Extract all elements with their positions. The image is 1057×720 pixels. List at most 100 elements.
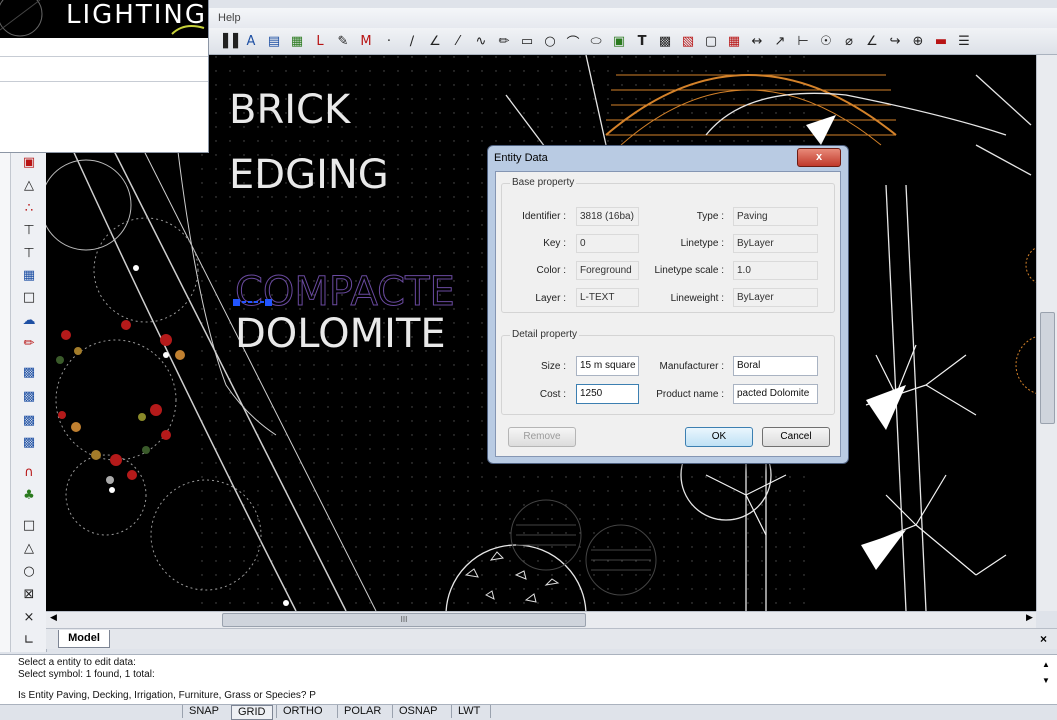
tab-model[interactable]: Model bbox=[58, 630, 110, 648]
circle-snap-icon[interactable]: ○ bbox=[18, 561, 40, 581]
main-toolbar: ▐▐ A ▤ ▦ L ✎ M · ∕ ∠ ⁄ ∿ ✏ ▭ ○ ⌒ ⬭ ▣ T ▩… bbox=[208, 28, 1057, 55]
pencil-icon[interactable]: ✏ bbox=[494, 31, 514, 51]
circle-icon[interactable]: ○ bbox=[540, 31, 560, 51]
entity-data-dialog: Entity Data x Base property Identifier :… bbox=[487, 145, 849, 464]
size-input[interactable]: 15 m square bbox=[576, 356, 639, 376]
status-lwt-toggle[interactable]: LWT bbox=[451, 705, 486, 718]
scroll-right-icon[interactable]: ▶ bbox=[1026, 612, 1033, 623]
arc-icon[interactable]: ⌒ bbox=[563, 31, 583, 51]
cancel-button[interactable]: Cancel bbox=[762, 427, 830, 447]
scroll-down-icon[interactable]: ▼ bbox=[1042, 676, 1050, 685]
tree-icon[interactable]: ♣ bbox=[18, 485, 40, 505]
scroll-left-icon[interactable]: ◀ bbox=[50, 612, 57, 623]
copy-icon[interactable]: ▦ bbox=[18, 265, 40, 285]
hatch-icon[interactable]: ▦ bbox=[724, 31, 744, 51]
construction-line-icon[interactable]: ⁄ bbox=[448, 31, 468, 51]
menu-help[interactable]: Help bbox=[218, 12, 241, 24]
dim-aligned-icon[interactable]: ↗ bbox=[770, 31, 790, 51]
spline-icon[interactable]: ∿ bbox=[471, 31, 491, 51]
vertical-scrollbar-thumb[interactable] bbox=[1040, 312, 1055, 424]
status-ortho-toggle[interactable]: ORTHO bbox=[276, 705, 329, 718]
text-icon[interactable]: T bbox=[632, 31, 652, 51]
stack-icon[interactable]: ▩ bbox=[18, 410, 40, 430]
mirror-icon[interactable]: △ bbox=[18, 175, 40, 195]
dim-diameter-icon[interactable]: ⌀ bbox=[839, 31, 859, 51]
command-prompt[interactable]: Is Entity Paving, Decking, Irrigation, F… bbox=[18, 690, 316, 701]
linetype-scale-label: Linetype scale : bbox=[654, 265, 725, 276]
extend-icon[interactable]: ⊤ bbox=[18, 243, 40, 263]
label-dolomite: DOLOMITE bbox=[235, 311, 446, 357]
label-brick: BRICK bbox=[229, 87, 352, 133]
background-window-field[interactable] bbox=[0, 86, 208, 121]
leader-icon[interactable]: ↪ bbox=[885, 31, 905, 51]
stack-icon[interactable]: ▩ bbox=[18, 432, 40, 452]
selection-grip[interactable] bbox=[233, 299, 240, 306]
command-history-line: Select a entity to edit data: bbox=[18, 657, 136, 668]
text-style-icon[interactable]: A bbox=[241, 31, 261, 51]
label-compacted-selected: COMPACTE bbox=[235, 269, 455, 315]
layout-icon[interactable]: L bbox=[310, 31, 330, 51]
type-label: Type : bbox=[696, 211, 724, 222]
cost-input[interactable]: 1250 bbox=[576, 384, 639, 404]
manufacturer-input[interactable]: Boral bbox=[733, 356, 818, 376]
dim-linear-icon[interactable]: ↔ bbox=[747, 31, 767, 51]
background-window-field[interactable] bbox=[0, 56, 208, 82]
close-button[interactable]: x bbox=[797, 148, 841, 167]
stack-icon[interactable]: ▩ bbox=[18, 386, 40, 406]
layer-manager-icon[interactable]: ☰ bbox=[954, 31, 974, 51]
dimension-icon[interactable]: ▤ bbox=[264, 31, 284, 51]
layout-tab-bar bbox=[46, 628, 1057, 649]
lineweight-field: ByLayer bbox=[733, 288, 818, 307]
layer-icon[interactable]: ▦ bbox=[287, 31, 307, 51]
status-osnap-toggle[interactable]: OSNAP bbox=[392, 705, 444, 718]
offset-icon[interactable]: ∴ bbox=[18, 198, 40, 218]
cloud-icon[interactable]: ☁ bbox=[18, 310, 40, 330]
scroll-up-icon[interactable]: ▲ bbox=[1042, 660, 1050, 669]
line-icon[interactable]: ∕ bbox=[402, 31, 422, 51]
background-window-panel bbox=[0, 120, 208, 152]
bar-chart-icon[interactable]: ▐▐ bbox=[218, 31, 238, 51]
dim-angular-icon[interactable]: ∠ bbox=[862, 31, 882, 51]
insert-icon[interactable]: ▧ bbox=[678, 31, 698, 51]
layer-red-icon[interactable]: ▬ bbox=[931, 31, 951, 51]
block-icon[interactable]: ▩ bbox=[655, 31, 675, 51]
region-icon[interactable]: ▢ bbox=[701, 31, 721, 51]
center-mark-icon[interactable]: ⊕ bbox=[908, 31, 928, 51]
size-label: Size : bbox=[540, 361, 566, 372]
identifier-field: 3818 (16ba) bbox=[576, 207, 639, 226]
grid-snap-icon[interactable]: ⊠ bbox=[18, 584, 40, 604]
triangle-snap-icon[interactable]: △ bbox=[18, 538, 40, 558]
remove-button[interactable]: Remove bbox=[508, 427, 576, 447]
label-edging: EDGING bbox=[229, 152, 389, 198]
status-polar-toggle[interactable]: POLAR bbox=[337, 705, 387, 718]
symbol-icon[interactable]: ∩ bbox=[18, 462, 40, 482]
erase-icon[interactable]: ▣ bbox=[18, 152, 40, 172]
dim-ordinate-icon[interactable]: ⊢ bbox=[793, 31, 813, 51]
trim-icon[interactable]: ⊤ bbox=[18, 220, 40, 240]
selection-grip[interactable] bbox=[265, 299, 272, 306]
square-snap-icon[interactable]: □ bbox=[18, 515, 40, 535]
point-icon[interactable]: · bbox=[379, 31, 399, 51]
cross-snap-icon[interactable]: × bbox=[18, 607, 40, 627]
close-icon[interactable]: × bbox=[1040, 632, 1047, 646]
property-icon[interactable]: M bbox=[356, 31, 376, 51]
status-snap-toggle[interactable]: SNAP bbox=[182, 705, 225, 718]
image-icon[interactable]: ▣ bbox=[609, 31, 629, 51]
rectangle-icon[interactable]: ▭ bbox=[517, 31, 537, 51]
stack-icon[interactable]: ▩ bbox=[18, 362, 40, 382]
brush-icon[interactable]: ✏ bbox=[18, 333, 40, 353]
perpendicular-snap-icon[interactable]: ∟ bbox=[18, 630, 40, 650]
linetype-label: Linetype : bbox=[680, 238, 724, 249]
horizontal-scrollbar-thumb[interactable]: III bbox=[222, 613, 586, 627]
product-name-input[interactable]: pacted Dolomite bbox=[733, 384, 818, 404]
pen-icon[interactable]: ✎ bbox=[333, 31, 353, 51]
cost-label: Cost : bbox=[539, 389, 566, 400]
ok-button[interactable]: OK bbox=[685, 427, 753, 447]
status-grid-toggle[interactable]: GRID bbox=[231, 705, 273, 720]
dim-radius-icon[interactable]: ☉ bbox=[816, 31, 836, 51]
layer-field: L-TEXT bbox=[576, 288, 639, 307]
planting-symbols bbox=[56, 320, 185, 484]
polyline-icon[interactable]: ∠ bbox=[425, 31, 445, 51]
rectangle-select-icon[interactable]: □ bbox=[18, 287, 40, 307]
ellipse-icon[interactable]: ⬭ bbox=[586, 31, 606, 51]
